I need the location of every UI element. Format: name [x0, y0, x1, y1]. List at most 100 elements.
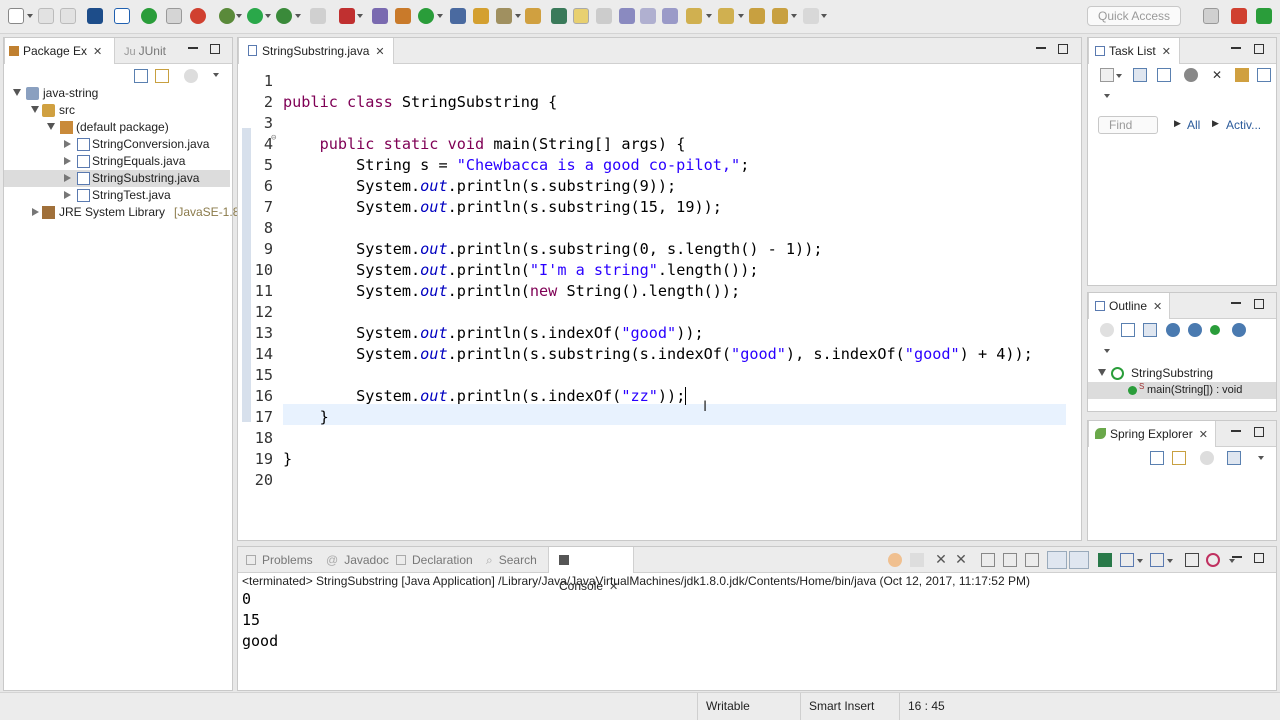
maximize-icon[interactable] — [210, 44, 220, 54]
terminate-icon[interactable] — [910, 553, 924, 567]
minimize-icon[interactable] — [1231, 302, 1241, 304]
chevron-down-icon[interactable] — [821, 14, 827, 18]
open-perspective-icon[interactable] — [525, 8, 541, 24]
tree-project[interactable]: java-string — [4, 85, 230, 102]
new-icon[interactable] — [8, 8, 24, 24]
new-class-icon[interactable] — [418, 8, 434, 24]
spring-perspective-icon[interactable] — [1256, 8, 1272, 24]
tab-problems[interactable]: Problems — [242, 547, 318, 573]
tab-console[interactable]: Console ✕ — [548, 547, 634, 593]
expand-icon[interactable] — [31, 106, 39, 113]
focus-icon[interactable] — [1184, 68, 1198, 82]
tab-outline[interactable]: Outline ✕ — [1088, 293, 1170, 319]
new-java-project-icon[interactable] — [372, 8, 388, 24]
debug-icon[interactable] — [219, 8, 235, 24]
expand-icon[interactable] — [64, 157, 71, 165]
maximize-icon[interactable] — [1254, 427, 1264, 437]
remove-all-icon[interactable]: ✕ — [954, 552, 968, 566]
pin-console-icon[interactable] — [1098, 553, 1112, 567]
minimize-icon[interactable] — [1231, 47, 1241, 49]
close-icon[interactable]: ✕ — [1199, 429, 1208, 441]
collapse-all-icon[interactable] — [1257, 68, 1271, 82]
open-console-icon[interactable] — [1150, 553, 1164, 567]
previous-annotation-icon[interactable] — [718, 8, 734, 24]
link-with-editor-icon[interactable] — [155, 69, 169, 83]
tree-file[interactable]: StringConversion.java — [4, 136, 230, 153]
chevron-down-icon[interactable] — [1167, 559, 1173, 563]
outline-class-row[interactable]: StringSubstring — [1088, 365, 1276, 382]
outline-method-row[interactable]: S main(String[]) : void — [1088, 382, 1276, 399]
java-ee-icon[interactable] — [190, 8, 206, 24]
open-task-icon[interactable] — [473, 8, 489, 24]
collapse-all-icon[interactable] — [1150, 451, 1164, 465]
show-on-output-icon[interactable] — [1047, 551, 1067, 569]
close-icon[interactable]: ✕ — [1153, 301, 1162, 313]
maximize-icon[interactable] — [1058, 44, 1068, 54]
open-perspective-button-icon[interactable] — [1203, 8, 1219, 24]
hide-static-icon[interactable] — [1188, 323, 1202, 337]
focus-icon[interactable] — [184, 69, 198, 83]
back-icon[interactable] — [772, 8, 788, 24]
expand-icon[interactable] — [64, 174, 71, 182]
close-icon[interactable]: ✕ — [1162, 46, 1171, 58]
show-whitespace-icon[interactable] — [596, 8, 612, 24]
open-type-icon[interactable] — [450, 8, 466, 24]
tree-file[interactable]: StringEquals.java — [4, 153, 230, 170]
hide-local-types-icon[interactable] — [1232, 323, 1246, 337]
view-menu-icon[interactable] — [1258, 456, 1264, 460]
minimize-icon[interactable] — [1232, 556, 1242, 558]
stop-icon[interactable] — [310, 8, 326, 24]
expand-icon[interactable] — [1098, 369, 1106, 376]
tree-jre-library[interactable]: JRE System Library [JavaSE-1.8] — [4, 204, 243, 221]
console-view-icon[interactable] — [1185, 553, 1199, 567]
maximize-icon[interactable] — [1254, 553, 1264, 563]
chevron-down-icon[interactable] — [295, 14, 301, 18]
expand-icon[interactable] — [64, 140, 71, 148]
tree-file[interactable]: StringTest.java — [4, 187, 230, 204]
run-icon[interactable] — [247, 8, 263, 24]
chevron-down-icon[interactable] — [265, 14, 271, 18]
word-wrap-icon[interactable] — [1025, 553, 1039, 567]
view-menu-icon[interactable] — [1104, 349, 1110, 353]
tree-src[interactable]: src — [4, 102, 230, 119]
hide-completed-icon[interactable]: ✕ — [1212, 68, 1226, 82]
toggle-mark-icon[interactable] — [166, 8, 182, 24]
save-all-icon[interactable] — [60, 8, 76, 24]
save-icon[interactable] — [38, 8, 54, 24]
collapse-all-icon[interactable] — [134, 69, 148, 83]
tab-declaration[interactable]: Declaration — [392, 547, 478, 573]
tree-default-package[interactable]: (default package) — [4, 119, 230, 136]
java-perspective-icon[interactable] — [1231, 8, 1247, 24]
expand-icon[interactable] — [32, 208, 39, 216]
chevron-down-icon[interactable] — [27, 14, 33, 18]
mark-occurrences-icon[interactable] — [573, 8, 589, 24]
minimize-icon[interactable] — [1231, 430, 1241, 432]
close-icon[interactable]: ✕ — [375, 46, 384, 58]
paragraph-icon[interactable] — [662, 8, 678, 24]
chevron-down-icon[interactable] — [357, 14, 363, 18]
sort-icon[interactable] — [1227, 451, 1241, 465]
chevron-down-icon[interactable] — [236, 14, 242, 18]
code-editor[interactable]: 1 2 3 4 5 6 7 8 9 10 11 12 13 14 15 16 17 18 19 20 ⊖ public… — [239, 65, 1080, 539]
tree-file-selected[interactable]: StringSubstring.java — [4, 170, 230, 187]
clear-console-icon[interactable] — [981, 553, 995, 567]
toggle-breadcrumb-icon[interactable] — [551, 8, 567, 24]
chevron-down-icon[interactable] — [437, 14, 443, 18]
tab-search[interactable]: ⌕ Search — [482, 547, 544, 573]
minimize-icon[interactable] — [1036, 47, 1046, 49]
view-menu-icon[interactable] — [213, 73, 219, 77]
tab-task-list[interactable]: Task List ✕ — [1088, 38, 1180, 64]
debug-console-icon[interactable] — [1206, 553, 1220, 567]
focus-icon[interactable] — [1200, 451, 1214, 465]
chevron-down-icon[interactable] — [1116, 74, 1122, 78]
new-task-icon[interactable] — [1100, 68, 1114, 82]
skip-breakpoints-icon[interactable] — [114, 8, 130, 24]
chevron-down-icon[interactable] — [1137, 559, 1143, 563]
categorized-icon[interactable] — [1133, 68, 1147, 82]
fold-toggle-icon[interactable]: ⊖ — [271, 133, 276, 143]
chevron-down-icon[interactable] — [738, 14, 744, 18]
run-external-icon[interactable] — [339, 8, 355, 24]
sort-icon[interactable] — [1143, 323, 1157, 337]
synchronize-icon[interactable] — [1235, 68, 1249, 82]
tab-spring-explorer[interactable]: Spring Explorer ✕ — [1088, 421, 1216, 447]
